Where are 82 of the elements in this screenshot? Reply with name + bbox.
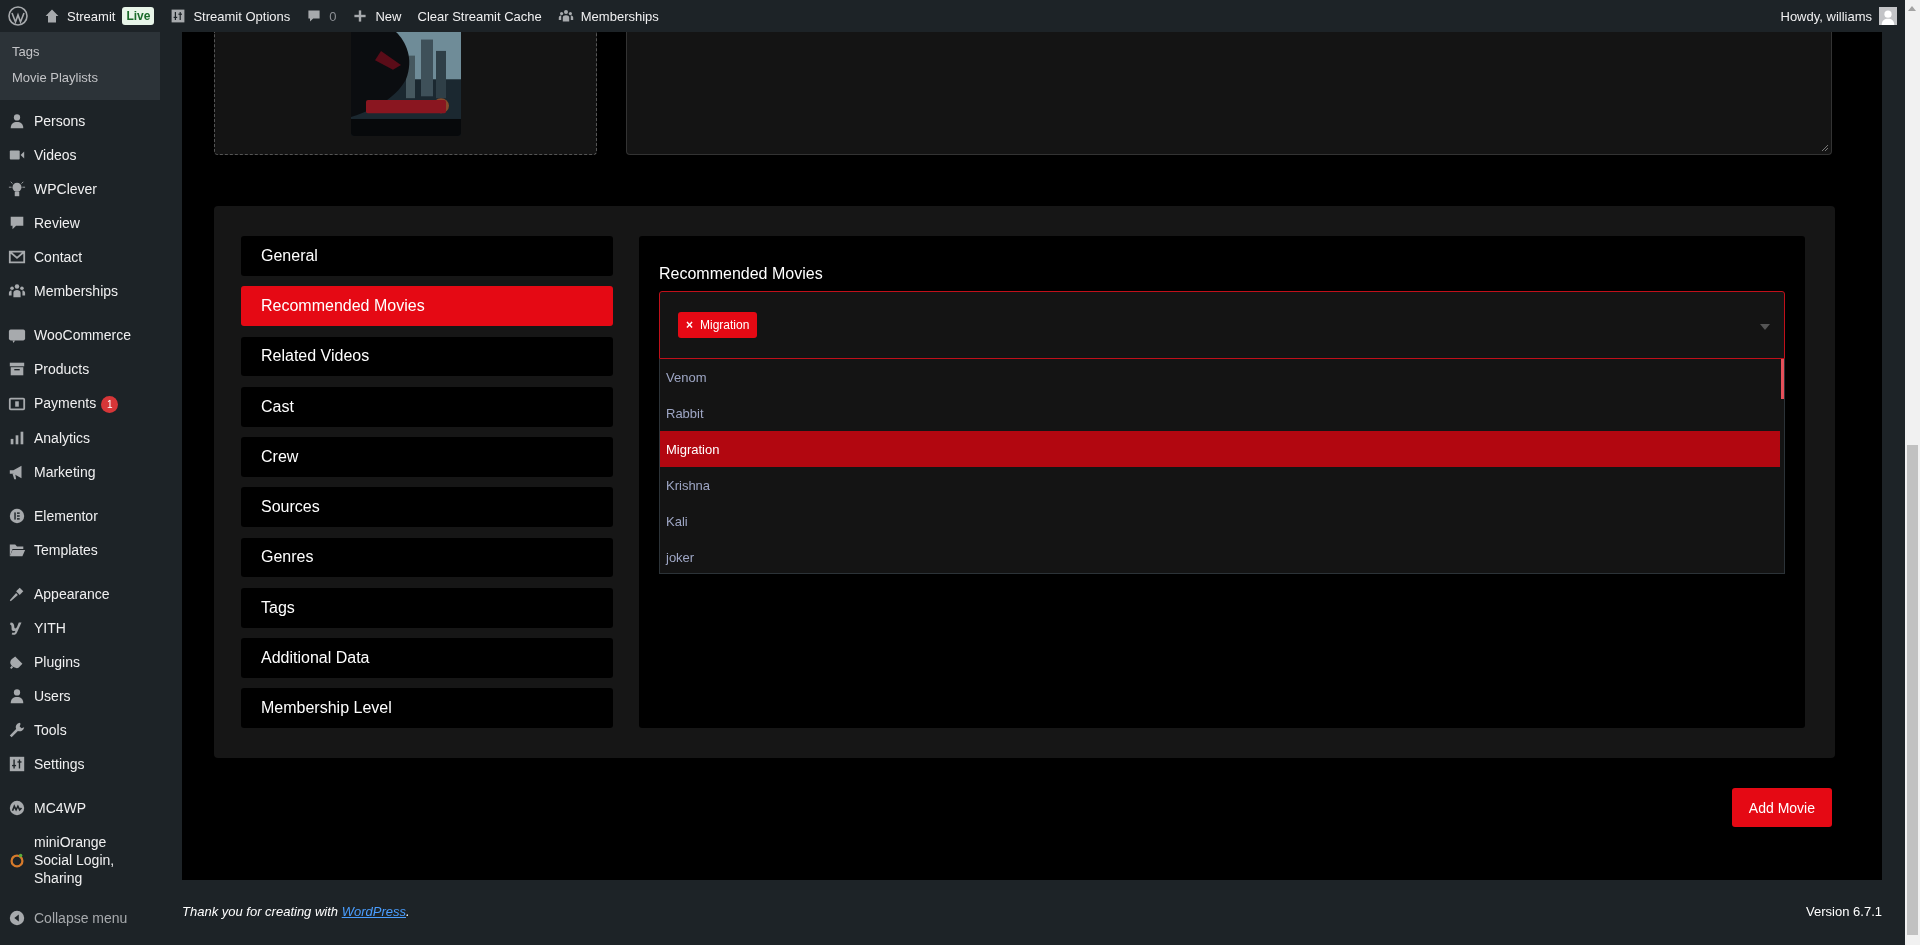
remove-tag-button[interactable]: ×	[686, 318, 693, 332]
dropdown-option[interactable]: Krishna	[660, 467, 1780, 503]
field-label: Recommended Movies	[659, 265, 824, 283]
submenu-item[interactable]: Movie Playlists	[0, 66, 160, 92]
menu-item[interactable]: WPClever	[0, 172, 160, 206]
person-icon	[8, 112, 26, 130]
tab[interactable]: Tags	[241, 587, 613, 628]
caret-icon[interactable]	[1760, 324, 1770, 330]
menu-item[interactable]: Memberships	[0, 274, 160, 308]
archive-box-icon	[8, 360, 26, 378]
wordpress-link[interactable]: WordPress	[341, 904, 406, 919]
wrench-icon	[8, 721, 26, 739]
comment-count[interactable]: 0	[329, 8, 337, 24]
envelope-icon	[8, 248, 26, 266]
menu-item[interactable]: Persons	[0, 104, 160, 138]
dropdown-option[interactable]: Rabbit	[660, 395, 1780, 431]
bar-chart-icon	[8, 429, 26, 447]
add-movie-button[interactable]: Add Movie	[1731, 788, 1832, 827]
live-badge: Live	[122, 7, 155, 25]
circle-logo-icon	[8, 507, 26, 525]
tab[interactable]: Recommended Movies	[241, 286, 613, 326]
dropdown-option[interactable]: Kali	[660, 503, 1780, 539]
collapse-menu-button[interactable]: Collapse menu	[0, 901, 160, 935]
greeting-link[interactable]: Howdy, williams	[1780, 8, 1872, 24]
sliders-icon	[8, 755, 26, 773]
admin-bar-link[interactable]: Streamit Options	[193, 8, 291, 24]
dropdown-option[interactable]: Migration	[660, 431, 1780, 467]
dropdown-option[interactable]: joker	[660, 539, 1780, 573]
home-icon[interactable]	[44, 8, 60, 24]
count-badge: 1	[101, 396, 119, 413]
menu-item[interactable]: Contact	[0, 240, 160, 274]
menu-item[interactable]: MC4WP	[0, 791, 160, 825]
scrollbar-thumb[interactable]	[1781, 359, 1784, 399]
lightbulb-icon	[8, 180, 26, 198]
person-icon	[8, 687, 26, 705]
menu-item[interactable]: Plugins	[0, 645, 160, 679]
footer-thanks-text: Thank you for creating with WordPress.	[182, 904, 410, 919]
tab[interactable]: General	[241, 236, 613, 276]
tag-label: Migration	[700, 318, 750, 332]
wordpress-logo-icon[interactable]	[8, 6, 28, 26]
tab[interactable]: Cast	[241, 386, 613, 427]
tab[interactable]: Membership Level	[241, 688, 613, 728]
speech-bubble-icon[interactable]	[306, 8, 323, 24]
circle-logo-icon	[8, 799, 26, 817]
admin-bar-link[interactable]: Clear Streamit Cache	[417, 8, 542, 24]
menu-item[interactable]: Elementor	[0, 499, 160, 533]
page-scrollbar-thumb[interactable]	[1907, 445, 1918, 935]
paintbrush-icon	[8, 585, 26, 603]
menu-item[interactable]: YITH	[0, 611, 160, 645]
people-icon	[8, 282, 26, 300]
page-scrollbar[interactable]	[1905, 0, 1920, 945]
menu-item[interactable]: Videos	[0, 138, 160, 172]
submenu-item[interactable]: Tags	[0, 40, 160, 66]
menu-item[interactable]: Review	[0, 206, 160, 240]
multi-select-field[interactable]: × Migration	[659, 291, 1785, 359]
admin-bar-link[interactable]: Memberships	[580, 8, 659, 24]
image-upload-area[interactable]	[214, 32, 597, 155]
menu-item[interactable]: WooCommerce	[0, 318, 160, 352]
menu-item[interactable]: Payments 1	[0, 386, 160, 421]
tab[interactable]: Additional Data	[241, 638, 613, 678]
menu-item[interactable]: Appearance	[0, 577, 160, 611]
menu-item[interactable]: Users	[0, 679, 160, 713]
tab[interactable]: Sources	[241, 487, 613, 527]
site-name-link[interactable]: Streamit	[67, 8, 116, 24]
menu-item[interactable]: Settings	[0, 747, 160, 781]
menu-item[interactable]: Marketing	[0, 455, 160, 489]
version-text: Version 6.7.1	[1806, 904, 1882, 919]
people-icon[interactable]	[557, 8, 574, 24]
sliders-icon[interactable]	[170, 8, 187, 24]
menu-item[interactable]: Analytics	[0, 421, 160, 455]
plus-icon[interactable]	[352, 8, 369, 24]
dropdown-option[interactable]: Venom	[660, 359, 1780, 395]
tab[interactable]: Genres	[241, 537, 613, 578]
menu-item[interactable]: miniOrange Social Login, Sharing	[0, 825, 160, 895]
menu-item[interactable]: Templates	[0, 533, 160, 567]
admin-bar-link[interactable]: New	[375, 8, 402, 24]
ring-logo-icon	[8, 851, 26, 869]
tab[interactable]: Related Videos	[241, 336, 613, 377]
tab[interactable]: Crew	[241, 437, 613, 477]
menu-item[interactable]: Tools	[0, 713, 160, 747]
resize-grip-icon[interactable]	[1821, 144, 1829, 152]
menu-item[interactable]: Products	[0, 352, 160, 386]
